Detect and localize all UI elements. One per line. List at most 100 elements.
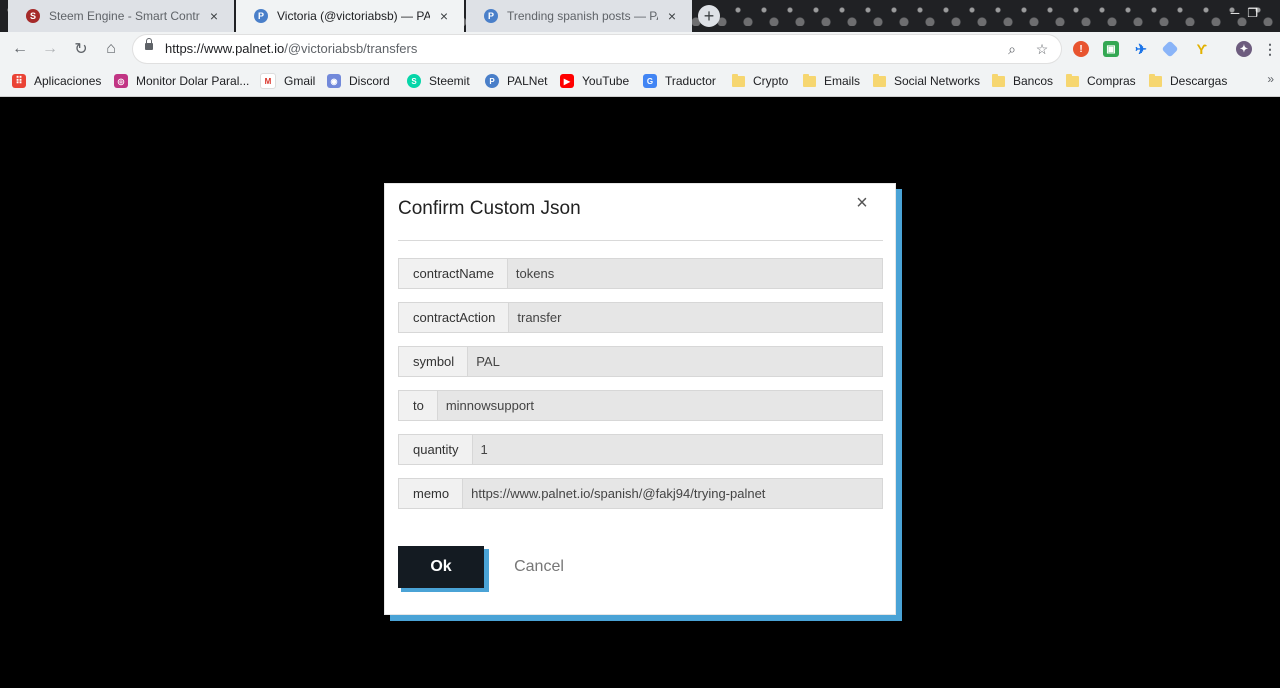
field-value: tokens xyxy=(507,259,882,288)
field-contract-action: contractAction transfer xyxy=(398,302,883,333)
bookmark-label: Bancos xyxy=(1013,74,1054,88)
bookmark-folder-compras[interactable]: Compras xyxy=(1066,72,1136,90)
bookmark-traductor[interactable]: G Traductor xyxy=(643,72,716,90)
extension-green-icon[interactable]: ▣ xyxy=(1103,41,1119,57)
bookmark-gmail[interactable]: M Gmail xyxy=(260,72,315,90)
gmail-icon: M xyxy=(260,73,276,89)
field-key: quantity xyxy=(399,435,473,464)
url-text[interactable]: https://www.palnet.io/@victoriabsb/trans… xyxy=(165,41,417,56)
minimize-icon[interactable]: ─ xyxy=(1231,6,1248,20)
tab-steem-engine[interactable]: S Steem Engine - Smart Contracts × xyxy=(8,0,234,32)
close-icon[interactable]: × xyxy=(436,8,452,24)
palnet-icon: P xyxy=(484,9,498,23)
field-value: PAL xyxy=(468,347,882,376)
restore-icon[interactable]: ❐ xyxy=(1247,6,1266,20)
tab-victoria[interactable]: P Victoria (@victoriabsb) — PALNet × xyxy=(236,0,464,32)
bookmark-label: Monitor Dolar Paral... xyxy=(136,74,250,88)
bookmark-palnet[interactable]: P PALNet xyxy=(485,72,547,90)
steem-engine-icon: S xyxy=(26,9,40,23)
close-icon[interactable]: × xyxy=(664,8,680,24)
field-to: to minnowsupport xyxy=(398,390,883,421)
profile-avatar[interactable]: ✦ xyxy=(1236,41,1252,57)
bookmark-label: Emails xyxy=(824,74,861,88)
cancel-button[interactable]: Cancel xyxy=(510,546,568,588)
close-icon[interactable]: × xyxy=(206,8,222,24)
bookmark-label: Aplicaciones xyxy=(34,74,102,88)
dialog-title: Confirm Custom Json xyxy=(398,198,581,219)
field-value: https://www.palnet.io/spanish/@fakj94/tr… xyxy=(463,479,882,508)
bookmark-folder-emails[interactable]: Emails xyxy=(803,72,860,90)
bookmark-aplicaciones[interactable]: ⠿ Aplicaciones xyxy=(12,72,101,90)
bookmark-label: Crypto xyxy=(753,74,789,88)
field-key: memo xyxy=(399,479,464,508)
home-icon[interactable]: ⌂ xyxy=(101,40,121,58)
folder-icon xyxy=(803,73,816,87)
discord-icon: ◉ xyxy=(327,74,341,88)
bookmark-label: Traductor xyxy=(665,74,716,88)
bookmark-label: YouTube xyxy=(582,74,630,88)
folder-icon xyxy=(732,73,745,87)
brave-shield-icon[interactable]: ! xyxy=(1073,41,1089,57)
extension-plane-icon[interactable]: ✈ xyxy=(1133,41,1149,57)
youtube-icon: ▶ xyxy=(560,74,574,88)
folder-icon xyxy=(1149,73,1162,87)
folder-icon xyxy=(992,73,1005,87)
bookmark-label: Gmail xyxy=(284,74,316,88)
ok-button[interactable]: Ok xyxy=(398,546,484,588)
zoom-icon[interactable]: ⌕ xyxy=(1003,40,1021,58)
new-tab-button[interactable]: + xyxy=(698,5,720,27)
bookmark-monitor-dolar[interactable]: ◎ Monitor Dolar Paral... xyxy=(114,72,249,90)
bookmarks-overflow-icon[interactable]: » xyxy=(1267,72,1274,86)
extension-blue-icon[interactable] xyxy=(1161,40,1179,58)
folder-icon xyxy=(1066,73,1079,87)
field-symbol: symbol PAL xyxy=(398,346,883,377)
apps-grid-icon: ⠿ xyxy=(12,74,26,88)
bookmark-folder-descargas[interactable]: Descargas xyxy=(1149,72,1227,90)
close-icon[interactable]: × xyxy=(852,192,872,214)
translate-icon: G xyxy=(643,74,657,88)
window-controls[interactable]: ─❐ xyxy=(1231,6,1266,20)
field-key: symbol xyxy=(399,347,469,376)
confirm-custom-json-dialog: Confirm Custom Json × contractName token… xyxy=(384,183,896,615)
field-key: contractAction xyxy=(399,303,510,332)
instagram-icon: ◎ xyxy=(114,74,128,88)
bookmark-discord[interactable]: ◉ Discord xyxy=(327,72,390,90)
address-bar[interactable]: https://www.palnet.io/@victoriabsb/trans… xyxy=(133,35,1061,63)
tab-trending-spanish[interactable]: P Trending spanish posts — PALNet × xyxy=(466,0,692,32)
extension-yellow-icon[interactable]: Ƴ xyxy=(1194,41,1210,57)
field-memo: memo https://www.palnet.io/spanish/@fakj… xyxy=(398,478,883,509)
field-key: contractName xyxy=(399,259,508,288)
bookmark-label: Social Networks xyxy=(894,74,981,88)
folder-icon xyxy=(873,73,886,87)
bookmark-folder-social-networks[interactable]: Social Networks xyxy=(873,72,980,90)
menu-icon[interactable]: ⋮ xyxy=(1262,41,1278,57)
url-host: https://www.palnet.io xyxy=(165,41,285,56)
tab-label: Victoria (@victoriabsb) — PALNet xyxy=(277,9,430,23)
field-value: minnowsupport xyxy=(437,391,882,420)
steemit-icon: S xyxy=(407,74,421,88)
bookmark-steemit[interactable]: S Steemit xyxy=(407,72,470,90)
dialog-divider xyxy=(398,240,883,241)
field-contract-name: contractName tokens xyxy=(398,258,883,289)
bookmarks-bar: ⠿ Aplicaciones ◎ Monitor Dolar Paral... … xyxy=(0,66,1280,97)
field-key: to xyxy=(399,391,438,420)
bookmark-label: Compras xyxy=(1087,74,1136,88)
browser-toolbar: ← → ↻ ⌂ https://www.palnet.io/@victoriab… xyxy=(0,32,1280,66)
palnet-icon: P xyxy=(254,9,268,23)
tab-strip: S Steem Engine - Smart Contracts × P Vic… xyxy=(0,0,1280,32)
bookmark-star-icon[interactable]: ☆ xyxy=(1033,40,1051,58)
forward-icon[interactable]: → xyxy=(40,40,60,58)
bookmark-folder-crypto[interactable]: Crypto xyxy=(732,72,788,90)
reload-icon[interactable]: ↻ xyxy=(71,40,91,58)
lock-icon[interactable] xyxy=(145,38,153,50)
back-icon[interactable]: ← xyxy=(10,40,30,58)
field-value: 1 xyxy=(472,435,882,464)
bookmark-label: PALNet xyxy=(507,74,548,88)
tab-label: Steem Engine - Smart Contracts xyxy=(49,9,200,23)
bookmark-label: Discord xyxy=(349,74,390,88)
tab-label: Trending spanish posts — PALNet xyxy=(507,9,658,23)
bookmark-label: Descargas xyxy=(1170,74,1228,88)
bookmark-folder-bancos[interactable]: Bancos xyxy=(992,72,1053,90)
bookmark-youtube[interactable]: ▶ YouTube xyxy=(560,72,629,90)
url-path: /@victoriabsb/transfers xyxy=(284,41,418,56)
